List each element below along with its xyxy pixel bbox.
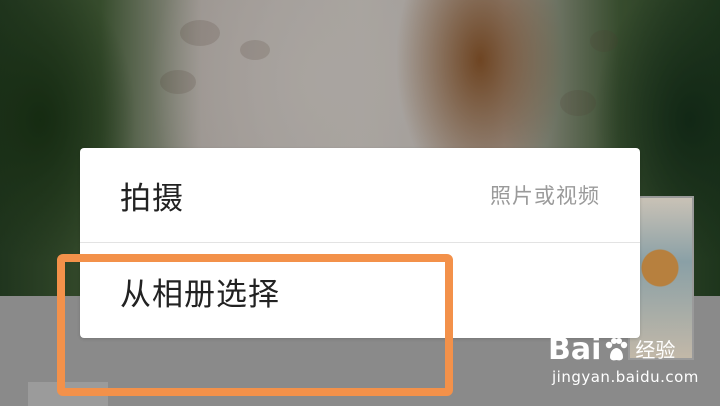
lace-pattern: [240, 40, 270, 60]
watermark-logo-text: Bai: [548, 332, 602, 367]
take-photo-subtitle: 照片或视频: [490, 184, 600, 208]
watermark-url: jingyan.baidu.com: [552, 368, 699, 386]
lace-pattern: [160, 70, 196, 94]
highlight-box: [57, 254, 453, 396]
lace-pattern: [590, 30, 618, 52]
baidu-jingyan-watermark: Bai 经验 jingyan.baidu.com: [548, 334, 698, 394]
take-photo-option[interactable]: 拍摄 照片或视频: [80, 148, 640, 242]
lace-pattern: [180, 20, 220, 46]
screen: 拍摄 照片或视频 从相册选择 Bai 经验 jingyan.baidu.com: [0, 0, 720, 406]
watermark-cn-text: 经验: [635, 338, 676, 362]
baidu-paw-icon: [606, 338, 628, 361]
divider: [80, 242, 640, 243]
watermark-logo: Bai 经验: [548, 334, 698, 366]
take-photo-label: 拍摄: [120, 180, 184, 217]
lace-pattern: [560, 90, 596, 116]
